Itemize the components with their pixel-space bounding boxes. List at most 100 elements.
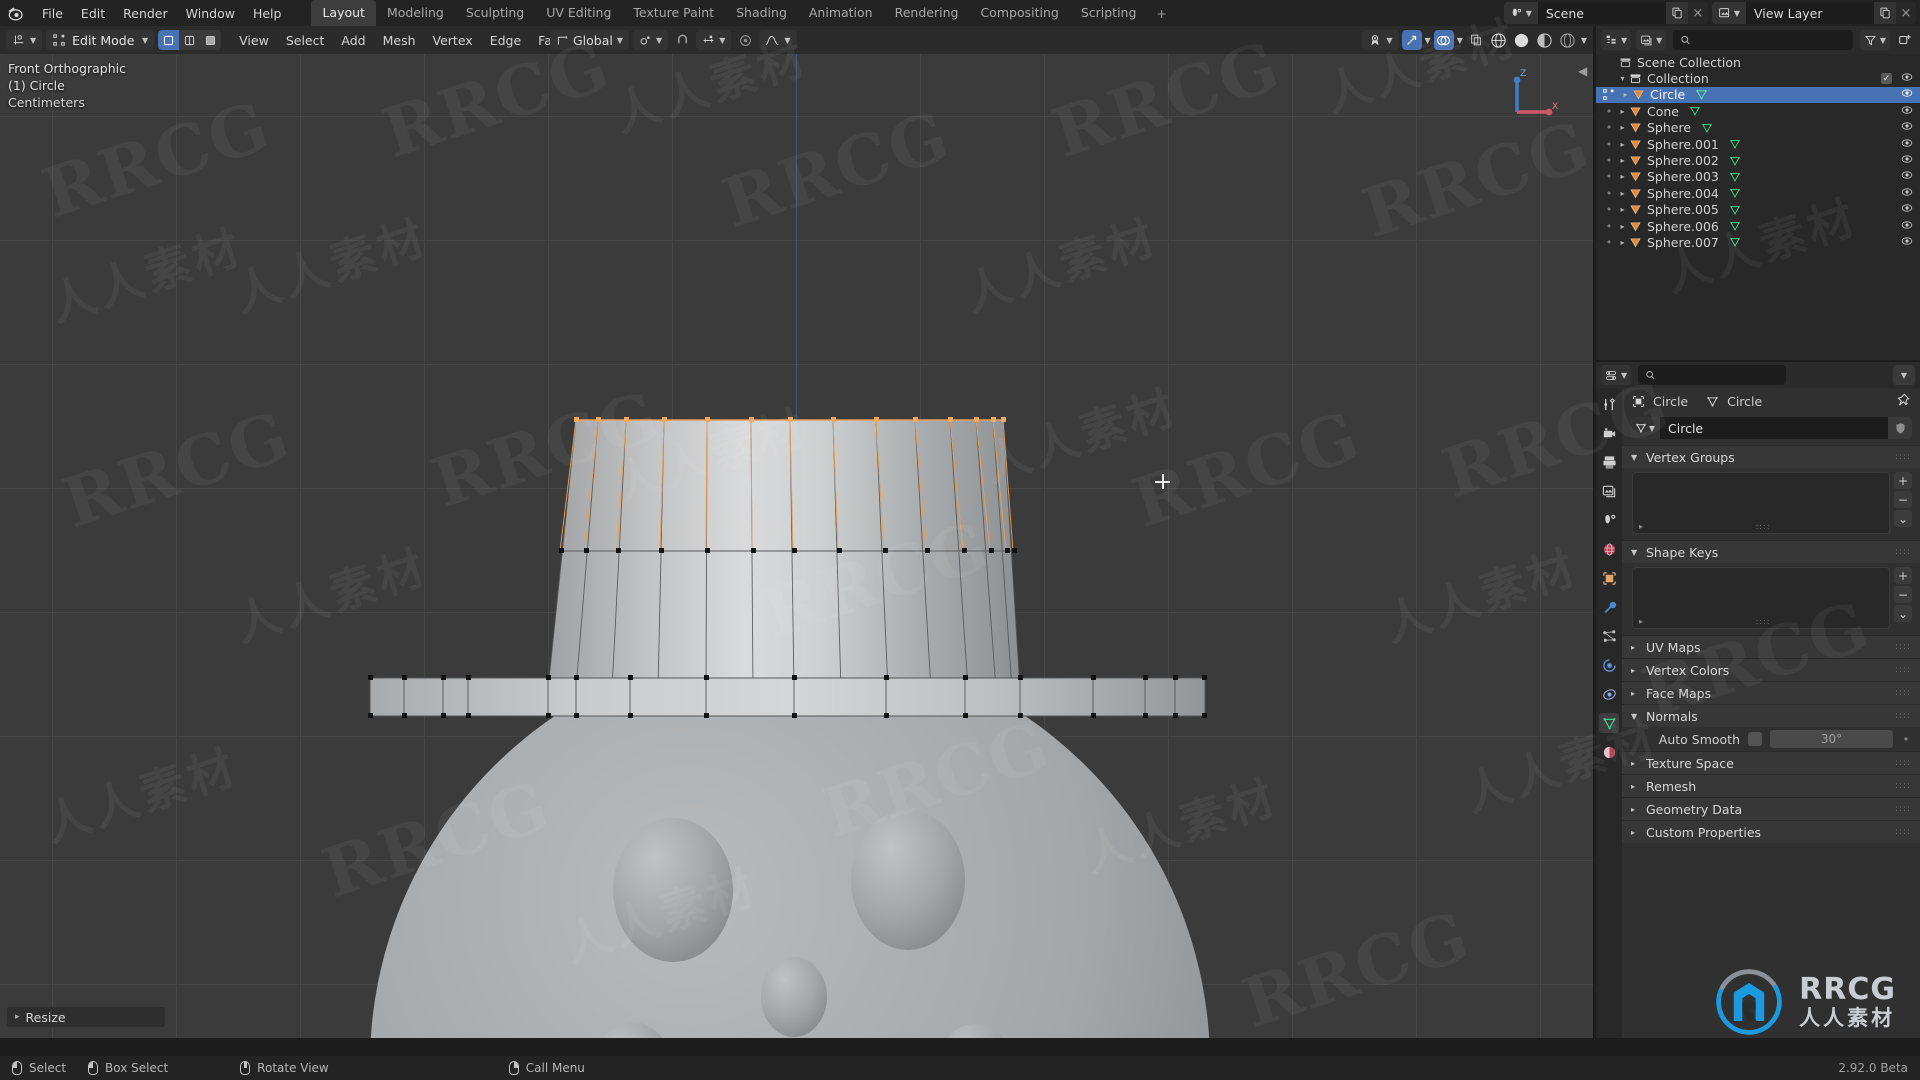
outliner-row-collection[interactable]: ▾ Collection ✓ (1596, 70, 1920, 86)
panel-header-vertex-groups[interactable]: ▼ Vertex Groups :::: (1622, 445, 1920, 468)
mesh-data-icon[interactable] (1729, 187, 1741, 199)
vertex-groups-listbox[interactable]: ▸:::: (1632, 472, 1890, 534)
filter-funnel-icon[interactable]: ▼ (1859, 30, 1890, 50)
outliner-row-sphere-001[interactable]: • ▸ Sphere.001 (1596, 136, 1920, 152)
properties-tab-material[interactable] (1599, 742, 1619, 762)
operator-redo-panel[interactable]: ▸ Resize (6, 1006, 166, 1028)
editor-type-3dview-icon[interactable]: ▼ (6, 30, 43, 50)
transform-orientation-selector[interactable]: Global ▼ (550, 30, 630, 50)
mesh-data-icon[interactable] (1729, 204, 1741, 216)
properties-tab-output[interactable] (1599, 452, 1619, 472)
properties-tab-scene[interactable] (1599, 510, 1619, 530)
breadcrumb-mesh-data[interactable]: Circle (1727, 394, 1762, 409)
mesh-datablock-name[interactable]: Circle (1660, 421, 1888, 436)
view-layer-selector[interactable]: ▼ View Layer × (1711, 2, 1916, 24)
shading-rendered-icon[interactable] (1558, 30, 1578, 50)
outliner-row-sphere-002[interactable]: • ▸ Sphere.002 (1596, 152, 1920, 168)
properties-tab-particles[interactable] (1599, 626, 1619, 646)
vertex-select-mode[interactable] (158, 30, 180, 50)
auto-smooth-angle-field[interactable]: 30° (1770, 730, 1893, 748)
chevron-down-icon[interactable]: ▼ (1893, 365, 1915, 385)
outliner-search-input[interactable] (1673, 30, 1853, 50)
eye-icon[interactable] (1901, 235, 1913, 250)
menu-file[interactable]: File (34, 3, 71, 24)
outliner-row-cone[interactable]: • ▸ Cone (1596, 103, 1920, 119)
expander-icon[interactable]: ▸ (1616, 205, 1629, 214)
properties-tab-world[interactable] (1599, 539, 1619, 559)
eye-icon[interactable] (1901, 120, 1913, 135)
shading-solid-icon[interactable] (1512, 30, 1532, 50)
mesh-data-icon[interactable] (1701, 122, 1713, 134)
new-scene-icon[interactable] (1665, 2, 1688, 24)
proportional-edit-icon[interactable] (735, 30, 755, 50)
shape-keys-listbox[interactable]: ▸:::: (1632, 567, 1890, 629)
viewport-menu-vertex[interactable]: Vertex (425, 30, 481, 51)
gizmo-icon[interactable] (1401, 30, 1422, 50)
menu-render[interactable]: Render (115, 3, 176, 24)
mesh-data-icon[interactable] (1695, 88, 1708, 101)
mode-selector[interactable]: Edit Mode ▼ (46, 30, 155, 50)
visibility-icon[interactable]: ▼ (1362, 30, 1399, 50)
eye-icon[interactable] (1901, 186, 1913, 201)
shading-material-icon[interactable] (1535, 30, 1555, 50)
remove-shape-key-button[interactable]: − (1894, 586, 1912, 603)
eye-icon[interactable] (1901, 153, 1913, 168)
eye-icon[interactable] (1901, 219, 1913, 234)
expander-icon[interactable]: ▾ (1616, 74, 1629, 83)
add-workspace-button[interactable]: + (1147, 1, 1175, 26)
properties-search-field[interactable] (1660, 368, 1780, 382)
mesh-data-icon[interactable] (1729, 220, 1741, 232)
outliner-search-field[interactable] (1696, 33, 1846, 47)
outliner-row-circle[interactable]: ▸ Circle (1596, 86, 1920, 104)
properties-tab-constraints[interactable] (1599, 684, 1619, 704)
gizmo-dropdown-icon[interactable]: ▼ (1425, 36, 1431, 45)
workspace-tab-shading[interactable]: Shading (725, 0, 798, 26)
outliner-row-sphere-006[interactable]: • ▸ Sphere.006 (1596, 218, 1920, 234)
sidebar-collapse-icon[interactable]: ◀ (1578, 64, 1587, 78)
viewport-menu-edge[interactable]: Edge (482, 30, 529, 51)
workspace-tab-texture-paint[interactable]: Texture Paint (622, 0, 725, 26)
edge-select-mode[interactable] (179, 30, 201, 50)
properties-tab-render[interactable] (1599, 423, 1619, 443)
outliner-tree[interactable]: Scene Collection ▾ Collection ✓ ▸ Circle (1596, 54, 1920, 360)
auto-smooth-checkbox[interactable] (1748, 732, 1762, 746)
panel-header-uv-maps[interactable]: ▸ UV Maps :::: (1622, 635, 1920, 658)
unlink-view-layer-button[interactable]: × (1896, 2, 1916, 24)
viewport-menu-mesh[interactable]: Mesh (375, 30, 424, 51)
add-vertex-group-button[interactable]: + (1894, 472, 1912, 489)
shape-key-specials-button[interactable]: ⌄ (1894, 605, 1912, 622)
mesh-data-icon[interactable] (1689, 105, 1701, 117)
animate-property-dot[interactable]: • (1901, 733, 1911, 746)
pin-icon[interactable] (1896, 393, 1910, 410)
workspace-tab-scripting[interactable]: Scripting (1070, 0, 1148, 26)
properties-tab-modifier[interactable] (1599, 597, 1619, 617)
eye-icon[interactable] (1901, 71, 1913, 86)
mesh-datablock-field[interactable]: ▼ Circle (1630, 417, 1912, 439)
properties-tab-view-layer[interactable] (1599, 481, 1619, 501)
mesh-data-icon[interactable] (1729, 138, 1741, 150)
shading-dropdown-icon[interactable]: ▼ (1581, 36, 1587, 45)
snap-magnet-icon[interactable] (672, 30, 692, 50)
snap-settings-selector[interactable]: ▼ (696, 30, 732, 50)
properties-tab-physics[interactable] (1599, 655, 1619, 675)
properties-tab-object-data[interactable] (1599, 713, 1619, 733)
scene-name[interactable]: Scene (1537, 2, 1666, 24)
properties-search-input[interactable] (1638, 365, 1787, 385)
outliner-row-sphere-003[interactable]: • ▸ Sphere.003 (1596, 169, 1920, 185)
panel-header-face-maps[interactable]: ▸ Face Maps :::: (1622, 681, 1920, 704)
outliner-display-mode-icon[interactable]: ▼ (1601, 30, 1632, 50)
breadcrumb-object[interactable]: Circle (1653, 394, 1688, 409)
expander-icon[interactable]: ▸ (1616, 172, 1629, 181)
workspace-tab-compositing[interactable]: Compositing (969, 0, 1069, 26)
expander-icon[interactable]: ▸ (1616, 107, 1629, 116)
remove-vertex-group-button[interactable]: − (1894, 491, 1912, 508)
add-shape-key-button[interactable]: + (1894, 567, 1912, 584)
expander-icon[interactable]: ▸ (1616, 140, 1629, 149)
outliner-row-sphere-005[interactable]: • ▸ Sphere.005 (1596, 202, 1920, 218)
menu-window[interactable]: Window (178, 3, 243, 24)
eye-icon[interactable] (1901, 87, 1913, 102)
panel-header-texture-space[interactable]: ▸ Texture Space :::: (1622, 751, 1920, 774)
eye-icon[interactable] (1901, 137, 1913, 152)
menu-help[interactable]: Help (245, 3, 290, 24)
outliner-id-type-icon[interactable]: ▼ (1636, 30, 1667, 50)
